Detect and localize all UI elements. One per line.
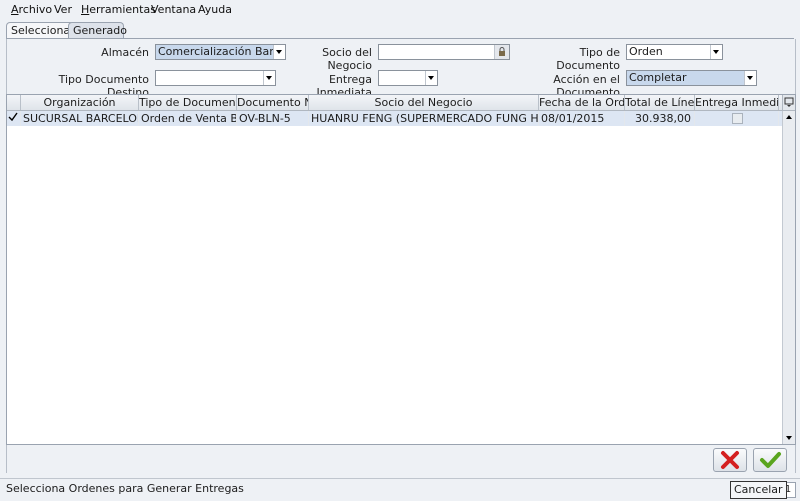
cell-org[interactable]: SUCURSAL BARCELONA: [21, 111, 139, 126]
ok-button[interactable]: [753, 448, 787, 472]
header-immediate[interactable]: Entrega Inmediata: [695, 95, 779, 110]
header-select[interactable]: [7, 95, 21, 110]
cancel-tooltip: Cancelar: [730, 481, 787, 499]
status-bar: Selecciona Ordenes para Generar Entregas…: [0, 478, 800, 501]
table-header: Organización Tipo de Documento Documento…: [7, 95, 783, 111]
cell-total[interactable]: 30.938,00: [625, 111, 695, 126]
target-doctype-select[interactable]: [155, 70, 276, 86]
status-message: Selecciona Ordenes para Generar Entregas: [6, 482, 244, 495]
cell-doctype[interactable]: Orden de Venta BLN: [139, 111, 237, 126]
doctype-label: Tipo de Documento: [556, 46, 620, 72]
header-total[interactable]: Total de Líneas: [625, 95, 695, 110]
table-row[interactable]: SUCURSAL BARCELONA Orden de Venta BLN OV…: [7, 111, 783, 126]
column-chooser-icon[interactable]: [782, 95, 795, 111]
menu-ventana[interactable]: Ventana: [151, 3, 196, 16]
header-date[interactable]: Fecha de la Orden: [539, 95, 625, 110]
menu-archivo[interactable]: Archivo: [11, 3, 52, 16]
lookup-icon[interactable]: [494, 45, 509, 59]
chevron-down-icon[interactable]: [263, 71, 275, 85]
scroll-up-icon[interactable]: [786, 115, 792, 119]
doc-action-select[interactable]: Completar: [626, 70, 757, 86]
row-checkbox[interactable]: [7, 111, 21, 126]
checkmark-icon: [760, 452, 781, 468]
header-docno[interactable]: Documento No.: [237, 95, 309, 110]
menu-bar: Archivo Ver Herramientas Ventana Ayuda: [0, 0, 800, 18]
menu-ayuda[interactable]: Ayuda: [198, 3, 232, 16]
tab-generado[interactable]: Generado: [68, 22, 127, 39]
immediate-checkbox[interactable]: [732, 113, 743, 124]
menu-herramientas[interactable]: Herramientas: [81, 3, 156, 16]
cell-bpartner[interactable]: HUANRU FENG (SUPERMERCADO FUNG HUANRU): [309, 111, 539, 126]
orders-table: Organización Tipo de Documento Documento…: [6, 94, 796, 445]
doctype-select[interactable]: Orden: [626, 44, 723, 60]
close-icon: [721, 451, 739, 469]
chevron-down-icon[interactable]: [425, 71, 437, 85]
cell-immediate[interactable]: [695, 111, 779, 126]
chevron-down-icon[interactable]: [744, 71, 756, 85]
cell-date[interactable]: 08/01/2015: [539, 111, 625, 126]
header-doctype[interactable]: Tipo de Documento: [139, 95, 237, 110]
scroll-down-icon[interactable]: [786, 436, 792, 440]
warehouse-select[interactable]: Comercialización Barcelona: [155, 44, 286, 60]
chevron-down-icon[interactable]: [710, 45, 722, 59]
vertical-scrollbar[interactable]: [782, 111, 795, 444]
header-bpartner[interactable]: Socio del Negocio: [309, 95, 539, 110]
menu-ver[interactable]: Ver: [54, 3, 72, 16]
bpartner-field[interactable]: [378, 44, 510, 60]
warehouse-label: Almacén: [101, 46, 149, 59]
header-org[interactable]: Organización: [21, 95, 139, 110]
cancel-button[interactable]: [713, 448, 747, 472]
immediate-delivery-select[interactable]: [378, 70, 438, 86]
bpartner-label: Socio del Negocio: [322, 46, 372, 72]
cell-docno[interactable]: OV-BLN-5: [237, 111, 309, 126]
